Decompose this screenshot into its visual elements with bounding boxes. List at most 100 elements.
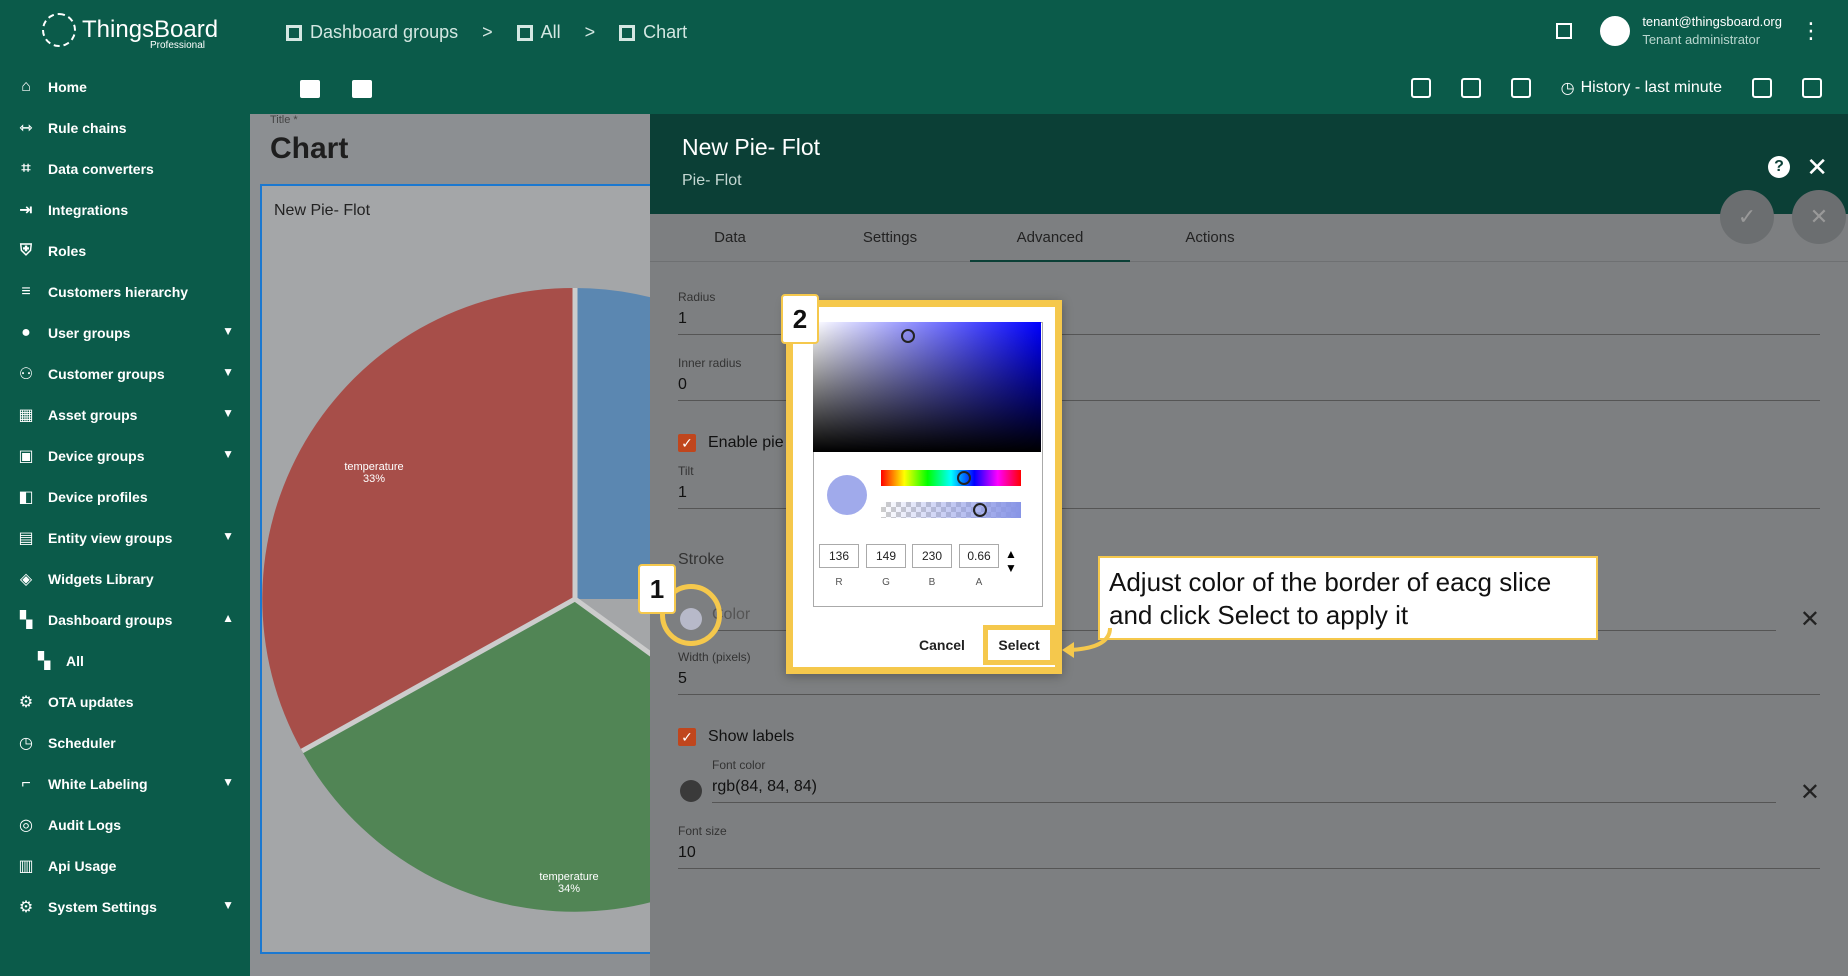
settings-icon[interactable] [1410,78,1431,98]
dashboard-icon: ▚ [19,611,33,629]
pie-chart: temperature 33% temperature 34% [262,287,662,912]
page-title[interactable]: Chart [270,132,348,166]
account-icon: ● [21,323,31,341]
breadcrumb: Dashboard groups > All > Chart [286,22,711,43]
font-size-label: Font size [678,824,727,838]
tab-settings[interactable]: Settings [810,214,970,262]
sidebar-item-customer-groups[interactable]: ⚇ Customer groups ▼ [0,353,250,394]
sidebar-item-label: Asset groups [48,406,138,423]
sidebar-item-data-converters[interactable]: ⌗ Data converters [0,148,250,189]
sidebar-item-asset-groups[interactable]: ▦ Asset groups ▼ [0,394,250,435]
sidebar-item-audit-logs[interactable]: ◎ Audit Logs [0,804,250,845]
sidebar-item-integrations[interactable]: ⇥ Integrations [0,189,250,230]
filter-icon[interactable] [1510,78,1531,98]
sidebar-item-user-groups[interactable]: ● User groups ▼ [0,312,250,353]
font-color-field[interactable]: Font color rgb(84, 84, 84) [712,758,1776,803]
sidebar-item-entity-view-groups[interactable]: ▤ Entity view groups ▼ [0,517,250,558]
user-info[interactable]: tenant@thingsboard.org Tenant administra… [1642,14,1782,47]
chevron-up-icon: ▲ [222,611,234,625]
help-icon[interactable]: ? [1768,156,1790,178]
history-button[interactable]: ◷ History - last minute [1561,78,1722,98]
pie-percent: 34% [558,883,580,895]
sidebar-item-label: Data converters [48,160,154,177]
chevron-down-icon: ▼ [222,775,234,789]
sidebar-item-home[interactable]: ⌂ Home [0,66,250,107]
b-input[interactable]: 230 [912,544,952,568]
pie-percent: 33% [363,473,385,485]
download-icon[interactable] [1752,78,1772,98]
pie-label: temperature [539,871,598,883]
clear-font-color-icon[interactable]: ✕ [1800,778,1820,807]
sidebar-item-label: Integrations [48,201,129,218]
avatar[interactable] [1600,15,1631,46]
sidebar-item-label: Device groups [48,447,145,464]
sidebar-item-scheduler[interactable]: ◷ Scheduler [0,722,250,763]
sidebar-item-customers-hierarchy[interactable]: ≡ Customers hierarchy [0,271,250,312]
chevron-down-icon: ▼ [222,406,234,420]
stroke-section-title: Stroke [678,551,725,568]
sidebar-item-label: Audit Logs [48,816,122,833]
sidebar-item-label: Roles [48,242,87,259]
r-input[interactable]: 136 [819,544,859,568]
breadcrumb-label: All [540,22,561,42]
sidebar-item-label: Api Usage [48,857,117,874]
sidebar-item-white-labeling[interactable]: ⌐ White Labeling ▼ [0,763,250,804]
sidebar-item-roles[interactable]: ⛨ Roles [0,230,250,271]
pie-widget[interactable]: New Pie- Flot temperature 33% temperatur… [260,184,662,954]
show-labels-label: Show labels [708,728,795,745]
chevron-down-icon: ▼ [222,898,234,912]
devices-icon[interactable] [1460,78,1481,98]
tab-actions[interactable]: Actions [1130,214,1290,262]
hue-slider[interactable] [881,470,1021,486]
sidebar-item-api-usage[interactable]: ▥ Api Usage [0,845,250,886]
clear-stroke-color-icon[interactable]: ✕ [1800,605,1820,634]
user-role: Tenant administrator [1642,32,1761,47]
select-button[interactable]: Select [983,625,1055,665]
view-stream-icon[interactable] [352,80,372,98]
clock-icon: ◷ [19,734,33,752]
cancel-button[interactable]: Cancel [919,637,965,653]
alpha-slider-knob[interactable] [973,503,987,517]
font-size-field[interactable]: Font size 10 [678,824,1820,869]
sidebar-item-device-groups[interactable]: ▣ Device groups ▼ [0,435,250,476]
logo[interactable]: ThingsBoard Professional [0,0,250,60]
clock-icon: ◷ [1560,80,1575,97]
topbar: Dashboard groups > All > Chart tenant@th… [250,0,1848,114]
show-labels-checkbox[interactable]: ✓ Show labels [678,728,794,746]
sidebar-item-device-profiles[interactable]: ◧ Device profiles [0,476,250,517]
domain-icon: ▦ [18,406,34,424]
checkbox-checked-icon: ✓ [678,434,696,452]
font-color-swatch[interactable] [680,780,702,802]
enable-pie-checkbox[interactable]: ✓ Enable pie [678,434,784,452]
saturation-handle[interactable] [901,329,915,343]
more-vert-icon[interactable]: ⋮ [1800,18,1822,44]
tab-data[interactable]: Data [650,214,810,262]
step-badge-1: 1 [638,564,676,614]
fullscreen-icon[interactable] [1556,22,1573,39]
thingsboard-logo-icon [42,13,76,47]
a-input[interactable]: 0.66 [959,544,999,568]
fullscreen-icon[interactable] [1802,78,1822,98]
sidebar-item-all[interactable]: ▚ All [0,640,250,681]
pie-slice[interactable] [575,288,662,599]
sidebar-item-rule-chains[interactable]: ⇿ Rule chains [0,107,250,148]
format-toggle-icon[interactable]: ▲ ▼ [1005,547,1017,575]
home-icon: ⌂ [21,77,31,95]
sidebar-item-ota-updates[interactable]: ⚙ OTA updates [0,681,250,722]
alpha-slider[interactable] [881,502,1021,518]
sidebar-item-system-settings[interactable]: ⚙ System Settings ▼ [0,886,250,927]
breadcrumb-dashboard-groups[interactable]: Dashboard groups [286,22,458,43]
widgets-icon: ◈ [19,570,33,588]
layers-icon[interactable] [300,80,320,98]
sidebar-item-widgets-library[interactable]: ◈ Widgets Library [0,558,250,599]
dashboard-area: Title * Chart New Pie- Flot temperature … [250,114,662,976]
hue-slider-knob[interactable] [957,471,971,485]
panel-header: New Pie- Flot Pie- Flot ? ✕ [650,114,1848,214]
close-icon[interactable]: ✕ [1806,152,1828,183]
tab-advanced[interactable]: Advanced [970,214,1130,262]
format-paint-icon: ⌐ [21,774,31,792]
breadcrumb-all[interactable]: All [516,22,561,43]
saturation-area[interactable] [813,322,1041,452]
sidebar-item-dashboard-groups[interactable]: ▚ Dashboard groups ▲ [0,599,250,640]
g-input[interactable]: 149 [866,544,906,568]
